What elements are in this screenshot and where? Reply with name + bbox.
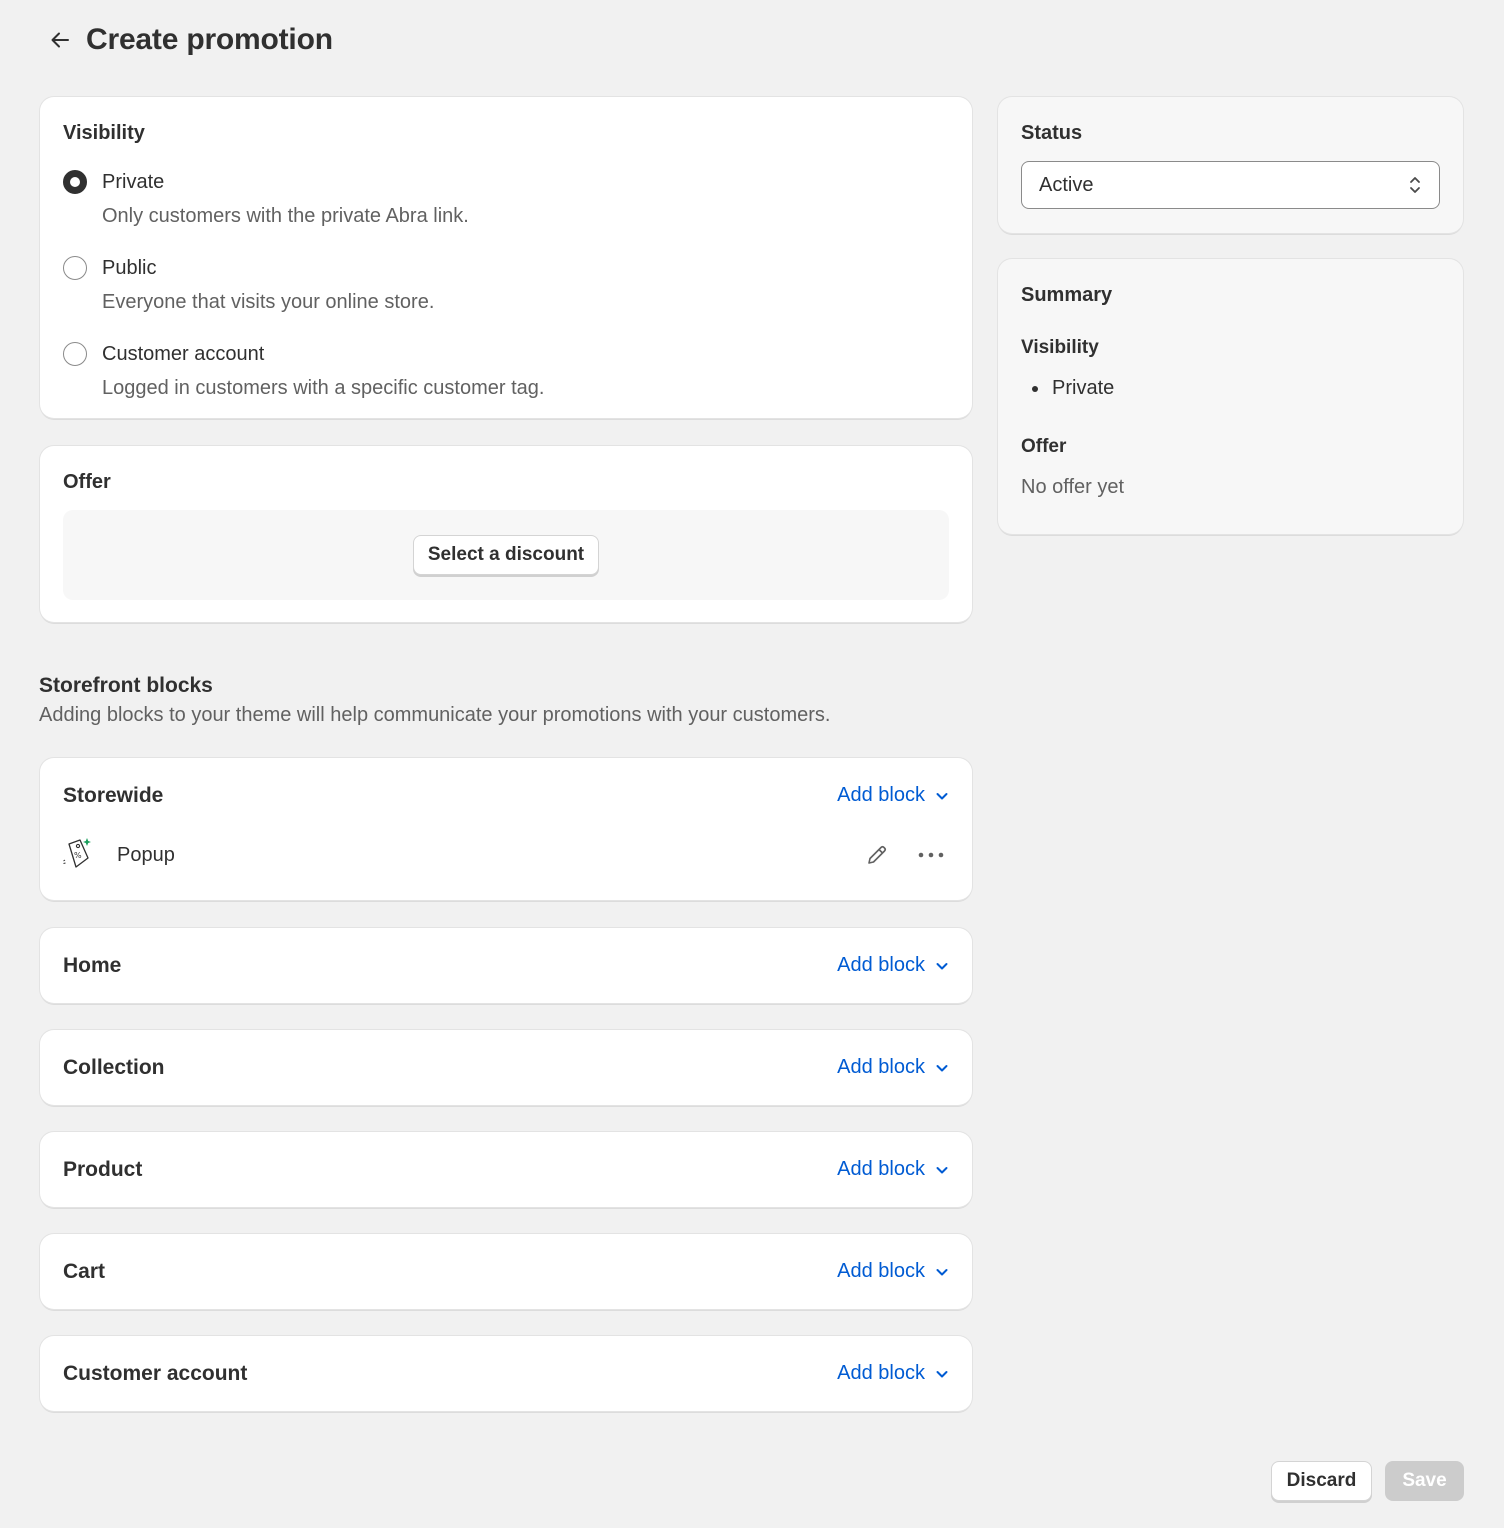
radio-button[interactable] — [63, 342, 87, 366]
radio-button[interactable] — [63, 256, 87, 280]
visibility-title: Visibility — [63, 122, 145, 144]
more-horizontal-icon — [918, 852, 944, 858]
block-title: Storewide — [63, 783, 164, 807]
add-block-button[interactable]: Add block — [837, 784, 949, 807]
block-title: Product — [63, 1157, 143, 1181]
block-title: Collection — [63, 1055, 165, 1079]
svg-text:%: % — [74, 851, 82, 860]
add-block-button[interactable]: Add block — [837, 1056, 949, 1079]
offer-card: Offer Select a discount — [40, 446, 972, 622]
radio-label: Private — [102, 170, 165, 193]
chevron-down-icon — [935, 1265, 949, 1279]
offer-title: Offer — [63, 471, 111, 493]
summary-card: Summary Visibility Private Offer No offe… — [998, 259, 1463, 534]
summary-visibility-item: Private — [1021, 377, 1440, 400]
visibility-card: Visibility Private Only customers with t… — [40, 97, 972, 418]
radio-help-text: Logged in customers with a specific cust… — [102, 377, 545, 399]
block-card-cart: Cart Add block — [40, 1234, 972, 1309]
select-discount-button[interactable]: Select a discount — [413, 535, 599, 575]
status-select[interactable]: Active — [1021, 161, 1440, 209]
chevron-down-icon — [935, 1163, 949, 1177]
status-selected-value: Active — [1039, 173, 1094, 196]
pencil-icon — [868, 845, 887, 864]
summary-visibility-title: Visibility — [1021, 337, 1099, 358]
block-title: Home — [63, 953, 122, 977]
bullet-icon — [1032, 385, 1038, 392]
status-card: Status Active — [998, 97, 1463, 233]
chevron-down-icon — [935, 789, 949, 803]
radio-button-checked[interactable] — [63, 170, 87, 194]
summary-offer-title: Offer — [1021, 436, 1067, 457]
arrow-left-icon — [51, 32, 69, 48]
add-block-label: Add block — [837, 784, 925, 806]
radio-label: Customer account — [102, 342, 265, 365]
add-block-button[interactable]: Add block — [837, 1158, 949, 1181]
section-title: Storefront blocks — [39, 674, 213, 697]
section-subtitle: Adding blocks to your theme will help co… — [39, 704, 831, 726]
offer-empty-state: Select a discount — [63, 510, 949, 600]
add-block-button[interactable]: Add block — [837, 1362, 949, 1385]
block-card-customer-account: Customer account Add block — [40, 1336, 972, 1411]
block-title: Customer account — [63, 1361, 248, 1385]
page-header: Create promotion — [44, 18, 333, 62]
add-block-label: Add block — [837, 1362, 925, 1384]
block-card-home: Home Add block — [40, 928, 972, 1003]
block-card-collection: Collection Add block — [40, 1030, 972, 1105]
edit-button[interactable] — [859, 837, 895, 873]
radio-label: Public — [102, 256, 157, 279]
storefront-blocks-header: Storefront blocks Adding blocks to your … — [39, 674, 830, 727]
page-title: Create promotion — [86, 23, 333, 56]
block-card-product: Product Add block — [40, 1132, 972, 1207]
block-card-storewide: Storewide Add block % Popup — [40, 758, 972, 900]
popup-label: Popup — [117, 843, 175, 866]
summary-offer-value: No offer yet — [1021, 476, 1125, 498]
radio-private[interactable]: Private — [63, 169, 949, 195]
summary-visibility-value: Private — [1052, 377, 1115, 399]
chevron-down-icon — [935, 1367, 949, 1381]
radio-customer-account[interactable]: Customer account — [63, 341, 949, 367]
add-block-button[interactable]: Add block — [837, 954, 949, 977]
add-block-label: Add block — [837, 1056, 925, 1078]
select-chevrons-icon — [1410, 177, 1420, 193]
add-block-label: Add block — [837, 954, 925, 976]
popup-tag-icon: % — [63, 836, 93, 875]
block-item-popup: % Popup — [63, 825, 949, 885]
status-title: Status — [1021, 122, 1083, 144]
save-button[interactable]: Save — [1385, 1461, 1464, 1501]
chevron-down-icon — [935, 959, 949, 973]
add-block-label: Add block — [837, 1260, 925, 1282]
radio-help-text: Everyone that visits your online store. — [102, 291, 435, 313]
chevron-down-icon — [935, 1061, 949, 1075]
radio-public[interactable]: Public — [63, 255, 949, 281]
more-actions-button[interactable] — [913, 837, 949, 873]
add-block-label: Add block — [837, 1158, 925, 1180]
block-title: Cart — [63, 1259, 106, 1283]
summary-title: Summary — [1021, 284, 1113, 306]
radio-help-text: Only customers with the private Abra lin… — [102, 205, 469, 227]
add-block-button[interactable]: Add block — [837, 1260, 949, 1283]
discard-button[interactable]: Discard — [1271, 1461, 1372, 1501]
back-button[interactable] — [44, 24, 76, 56]
